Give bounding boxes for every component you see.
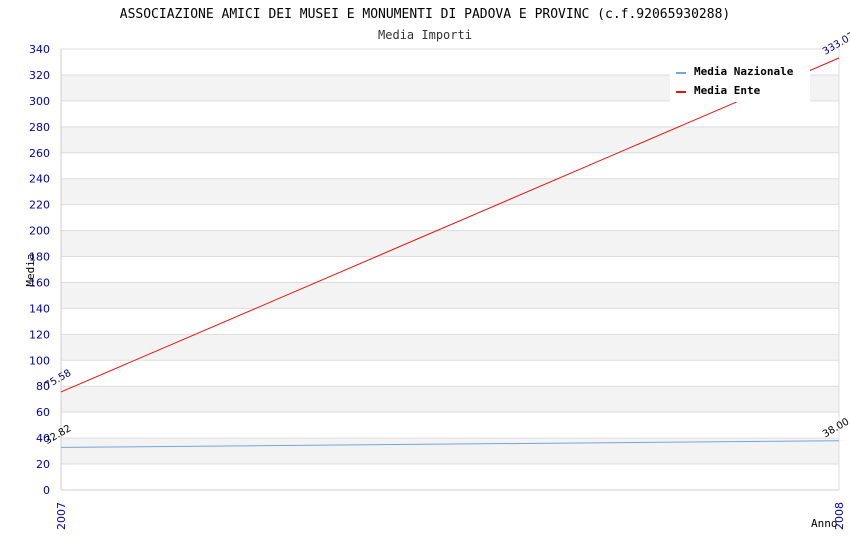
y-tick-label: 60 <box>36 406 50 419</box>
y-tick-label: 100 <box>29 354 50 367</box>
y-tick-label: 340 <box>29 43 50 56</box>
grid-band <box>61 126 839 153</box>
legend-label-media-nazionale: Media Nazionale <box>694 65 794 78</box>
y-tick-label: 300 <box>29 95 50 108</box>
line-chart: 0204060801001201401601802002202402602803… <box>24 7 850 530</box>
grid-band <box>61 178 839 205</box>
data-label: 38.00 <box>821 416 850 440</box>
data-label: 333.07 <box>821 31 850 58</box>
y-tick-label: 320 <box>29 69 50 82</box>
y-tick-label: 260 <box>29 147 50 160</box>
chart-subtitle: Media Importi <box>378 28 472 42</box>
grid-band <box>61 386 839 413</box>
y-tick-label: 120 <box>29 328 50 341</box>
grid-band <box>61 230 839 257</box>
y-tick-label: 20 <box>36 458 50 471</box>
axes <box>60 49 840 491</box>
y-tick-label: 220 <box>29 199 50 212</box>
x-axis-label: Anno <box>811 517 838 530</box>
y-tick-label: 240 <box>29 173 50 186</box>
grid-band <box>61 282 839 309</box>
y-tick-label: 0 <box>43 484 50 497</box>
legend: Media Nazionale Media Ente <box>670 60 810 102</box>
y-tick-label: 280 <box>29 121 50 134</box>
y-tick-label: 200 <box>29 225 50 238</box>
grid-lines <box>61 48 839 491</box>
x-tick-labels: 2007 2008 <box>55 502 846 530</box>
grid-bands <box>61 74 839 465</box>
chart-title: ASSOCIAZIONE AMICI DEI MUSEI E MONUMENTI… <box>120 7 730 22</box>
grid-band <box>61 334 839 361</box>
y-axis-label: Media <box>24 253 37 286</box>
x-tick-label: 2007 <box>55 502 68 530</box>
y-tick-label: 140 <box>29 302 50 315</box>
legend-label-media-ente: Media Ente <box>694 84 761 97</box>
